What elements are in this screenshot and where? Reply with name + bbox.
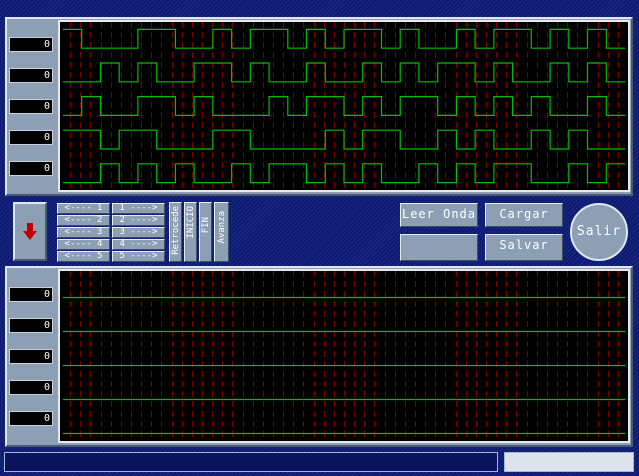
leer-onda-button[interactable]: Leer Onda xyxy=(400,203,478,227)
bottom-waveform-canvas xyxy=(60,271,628,441)
top-channel-value-1: 0 xyxy=(9,37,53,52)
down-arrow-icon xyxy=(23,223,37,240)
top-channel-value-4: 0 xyxy=(9,130,53,145)
cargar-button[interactable]: Cargar xyxy=(485,203,563,227)
shift-right-1-button[interactable]: 1 ----> xyxy=(112,203,165,214)
top-channel-value-3: 0 xyxy=(9,99,53,114)
retrocede-button[interactable]: Retrocede xyxy=(169,202,182,262)
shift-left-5-button[interactable]: <---- 5 xyxy=(57,251,110,262)
avanza-label: Avanza xyxy=(216,211,227,244)
top-channel-value-5: 0 xyxy=(9,161,53,176)
shift-left-2-button[interactable]: <---- 2 xyxy=(57,215,110,226)
inicio-button[interactable]: INICIO xyxy=(184,202,197,262)
bottom-channel-value-4: 0 xyxy=(9,380,53,395)
shift-left-4-button[interactable]: <---- 4 xyxy=(57,239,110,250)
top-waveform-canvas xyxy=(60,22,628,190)
shift-right-2-button[interactable]: 2 ----> xyxy=(112,215,165,226)
bottom-waveform-display xyxy=(58,269,630,443)
bottom-channel-value-1: 0 xyxy=(9,287,53,302)
top-channel-value-2: 0 xyxy=(9,68,53,83)
bottom-channel-value-3: 0 xyxy=(9,349,53,364)
retrocede-label: Retrocede xyxy=(170,206,181,255)
shift-left-3-button[interactable]: <---- 3 xyxy=(57,227,110,238)
fin-label: FIN xyxy=(200,217,211,234)
shift-right-5-button[interactable]: 5 ----> xyxy=(112,251,165,262)
status-bar-left xyxy=(4,452,498,472)
down-arrow-button[interactable] xyxy=(13,202,47,261)
shift-right-3-button[interactable]: 3 ----> xyxy=(112,227,165,238)
salir-button[interactable]: Salir xyxy=(570,203,628,261)
shift-right-4-button[interactable]: 4 ----> xyxy=(112,239,165,250)
shift-left-1-button[interactable]: <---- 1 xyxy=(57,203,110,214)
status-bar-right xyxy=(504,452,634,472)
bottom-channel-value-2: 0 xyxy=(9,318,53,333)
fin-button[interactable]: FIN xyxy=(199,202,212,262)
top-waveform-display xyxy=(58,20,630,192)
bottom-channel-value-5: 0 xyxy=(9,411,53,426)
salvar-button[interactable]: Salvar xyxy=(485,234,563,261)
blank-button[interactable] xyxy=(400,234,478,261)
avanza-button[interactable]: Avanza xyxy=(214,202,229,262)
inicio-label: INICIO xyxy=(185,206,196,239)
